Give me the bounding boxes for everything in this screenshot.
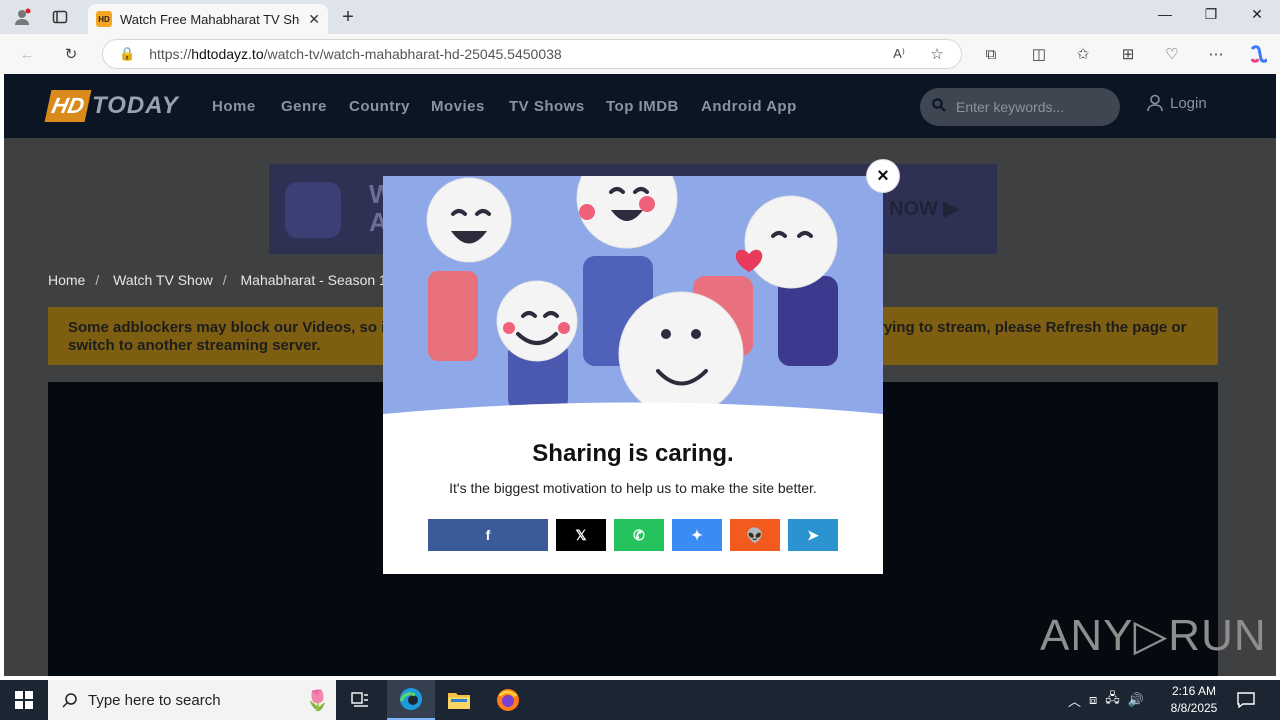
copilot-icon[interactable]	[1247, 43, 1269, 65]
nav-home[interactable]: Home	[212, 98, 256, 115]
new-tab-icon[interactable]: +	[336, 6, 360, 28]
login-label: Login	[1170, 94, 1207, 112]
active-tab[interactable]: HD Watch Free Mahabharat TV Show ✕	[88, 4, 328, 34]
share-whatsapp-button[interactable]: ✆	[614, 519, 664, 551]
share-facebook-button[interactable]: f	[428, 519, 548, 551]
more-options-icon[interactable]: ⋯	[1205, 43, 1227, 65]
breadcrumb-tv-show[interactable]: Watch TV Show	[113, 272, 213, 288]
nav-movies[interactable]: Movies	[431, 98, 485, 115]
nav-top-imdb[interactable]: Top IMDB	[606, 98, 679, 115]
minimize-icon[interactable]: —	[1142, 6, 1188, 28]
profile-icon[interactable]	[10, 6, 34, 28]
anyrun-watermark: ANY▷RUN	[1040, 611, 1267, 660]
share-telegram-button[interactable]: ➤	[788, 519, 838, 551]
windows-logo-icon	[15, 691, 33, 709]
extensions-icon[interactable]: ⧉	[980, 43, 1002, 65]
clock-time: 2:16 AM	[1171, 684, 1217, 698]
modal-close-button[interactable]: ×	[867, 160, 899, 192]
notifications-icon[interactable]	[1226, 680, 1266, 720]
window-close-icon[interactable]: ✕	[1234, 6, 1280, 28]
tab-close-icon[interactable]: ✕	[308, 11, 320, 28]
volume-icon[interactable]: 🔊	[1128, 692, 1144, 708]
user-icon	[1147, 94, 1163, 112]
share-modal: Sharing is caring. It's the biggest moti…	[383, 176, 883, 574]
windows-taskbar: Type here to search 🌷 ︿ ⧈ 🖧 🔊 2:16 AM 8/…	[0, 680, 1280, 720]
chevron-up-icon[interactable]: ︿	[1068, 691, 1081, 710]
search-icon	[62, 693, 77, 708]
favorites-icon[interactable]: ✩	[1072, 43, 1094, 65]
modal-subtitle: It's the biggest motivation to help us t…	[449, 480, 817, 496]
reddit-icon: 👽	[746, 526, 764, 543]
tab-actions-icon[interactable]	[48, 6, 72, 28]
taskbar-search-placeholder: Type here to search	[88, 691, 221, 709]
read-aloud-icon[interactable]: A⁾	[888, 43, 910, 65]
x-icon: 𝕏	[575, 526, 587, 543]
device-icon[interactable]: ⧈	[1089, 692, 1097, 708]
clock-date: 8/8/2025	[1170, 701, 1218, 715]
start-button[interactable]	[0, 680, 48, 720]
site-header: HD TODAY Home Genre Country Movies TV Sh…	[4, 74, 1276, 138]
taskbar-search[interactable]: Type here to search 🌷	[48, 680, 336, 720]
site-logo[interactable]: HD TODAY	[44, 88, 178, 126]
collections-icon[interactable]: ⊞	[1117, 43, 1139, 65]
facebook-icon: f	[485, 527, 491, 543]
browser-essentials-icon[interactable]: ♡	[1161, 43, 1183, 65]
share-reddit-button[interactable]: 👽	[730, 519, 780, 551]
nav-android-app[interactable]: Android App	[701, 98, 797, 115]
search-input[interactable]	[956, 99, 1106, 115]
ad-logo-icon	[285, 182, 341, 238]
browser-tab-bar: HD Watch Free Mahabharat TV Show ✕ + — ❐…	[0, 0, 1280, 34]
system-tray: ︿ ⧈ 🖧 🔊	[1068, 680, 1144, 720]
task-view-icon[interactable]	[336, 680, 384, 720]
search-icon[interactable]	[932, 97, 946, 117]
logo-today: TODAY	[92, 92, 179, 119]
nav-tv-shows[interactable]: TV Shows	[509, 98, 585, 115]
file-explorer-icon[interactable]	[435, 680, 483, 720]
refresh-icon[interactable]: ↻	[60, 43, 82, 65]
share-messenger-button[interactable]: ✦	[672, 519, 722, 551]
site-search	[920, 88, 1120, 126]
nav-genre[interactable]: Genre	[281, 98, 327, 115]
back-icon[interactable]: ←	[16, 43, 38, 65]
whatsapp-icon: ✆	[633, 526, 645, 543]
login-link[interactable]: Login	[1146, 94, 1207, 112]
breadcrumb: Home / Watch TV Show / Mahabharat - Season…	[48, 272, 396, 288]
messenger-icon: ✦	[691, 526, 703, 543]
site-favicon-icon: HD	[96, 11, 112, 27]
favorite-star-icon[interactable]: ☆	[926, 43, 948, 65]
taskbar-clock[interactable]: 2:16 AM 8/8/2025	[1164, 683, 1224, 717]
breadcrumb-current: Mahabharat - Season 1 -	[240, 272, 396, 288]
restore-icon[interactable]: ❐	[1188, 6, 1234, 28]
notice-text-right: rying to stream, please Refresh the page…	[878, 319, 1187, 336]
share-x-button[interactable]: 𝕏	[556, 519, 606, 551]
telegram-icon: ➤	[807, 526, 819, 543]
tab-title: Watch Free Mahabharat TV Show	[120, 11, 300, 27]
edge-taskbar-icon[interactable]	[387, 680, 435, 720]
nav-country[interactable]: Country	[349, 98, 410, 115]
logo-hd: HD	[44, 90, 92, 122]
split-screen-icon[interactable]: ◫	[1028, 43, 1050, 65]
breadcrumb-home[interactable]: Home	[48, 272, 85, 288]
flowers-decoration-icon: 🌷	[305, 689, 330, 712]
modal-title: Sharing is caring.	[532, 440, 734, 467]
site-info-icon[interactable]: 🔒	[119, 46, 135, 62]
network-icon[interactable]: 🖧	[1105, 689, 1120, 711]
share-illustration	[383, 176, 883, 416]
url-text: https://hdtodayz.to/watch-tv/watch-mahab…	[149, 46, 562, 62]
address-bar[interactable]: 🔒 https://hdtodayz.to/watch-tv/watch-mah…	[102, 39, 962, 69]
firefox-icon[interactable]	[484, 680, 532, 720]
browser-toolbar: ← ↻ 🔒 https://hdtodayz.to/watch-tv/watch…	[0, 34, 1280, 74]
